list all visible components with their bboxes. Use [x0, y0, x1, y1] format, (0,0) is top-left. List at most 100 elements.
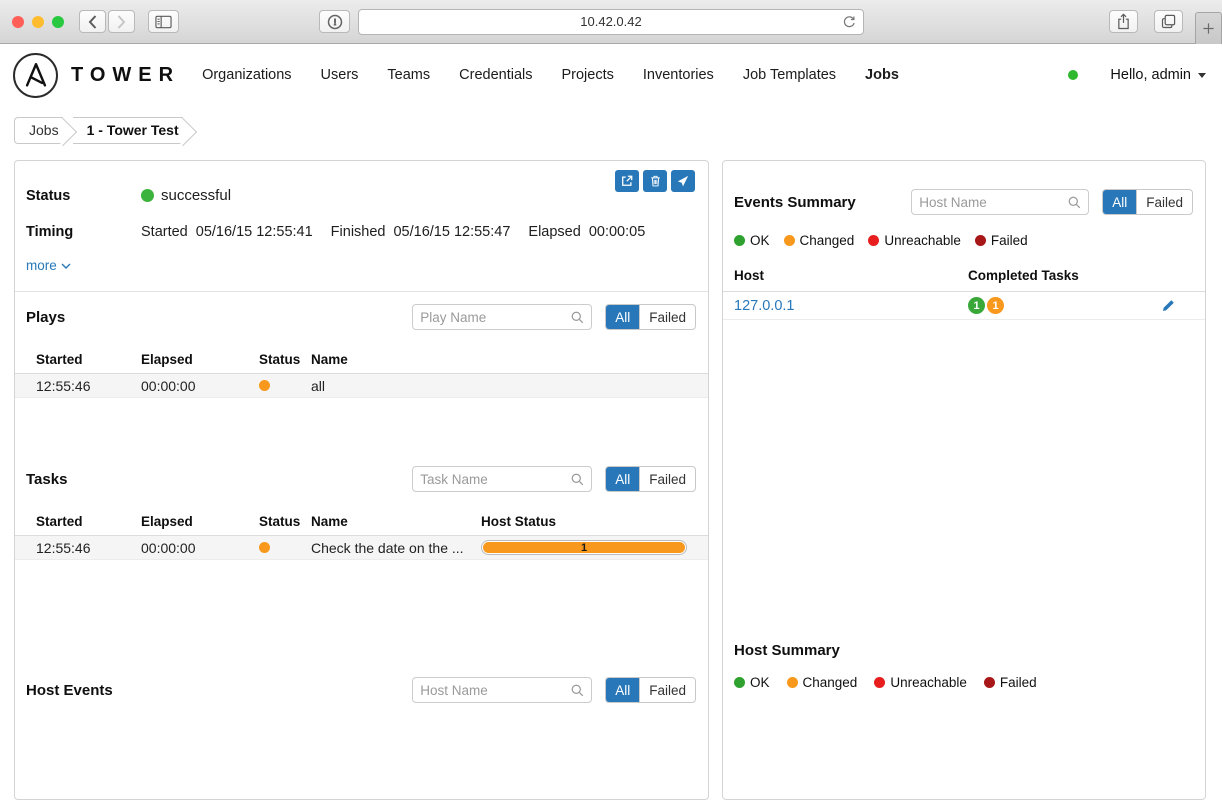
tabs-icon: [1161, 14, 1176, 29]
status-value: successful: [161, 187, 231, 204]
tasks-filter-failed-button[interactable]: Failed: [639, 467, 695, 491]
tasks-search[interactable]: [412, 466, 592, 492]
plays-filter-failed-button[interactable]: Failed: [639, 305, 695, 329]
started-value: 05/16/15 12:55:41: [196, 224, 313, 240]
events-filter-failed-button[interactable]: Failed: [1136, 190, 1192, 214]
search-icon: [1068, 196, 1081, 209]
host-events-title: Host Events: [26, 682, 412, 699]
tab-overview-button[interactable]: [1154, 10, 1183, 33]
host-link[interactable]: 127.0.0.1: [734, 298, 968, 314]
app-navbar: TOWER Organizations Users Teams Credenti…: [0, 44, 1222, 106]
events-summary-title: Events Summary: [734, 194, 911, 211]
zoom-button[interactable]: [52, 16, 64, 28]
tasks-title: Tasks: [26, 471, 412, 488]
close-button[interactable]: [12, 16, 24, 28]
tasks-table-row[interactable]: 12:55:46 00:00:00 Check the date on the …: [15, 536, 708, 560]
legend-changed-label: Changed: [803, 675, 858, 690]
events-legend: OK Changed Unreachable Failed: [734, 233, 1192, 248]
chevron-right-icon: [117, 15, 126, 29]
tasks-search-input[interactable]: [420, 472, 571, 487]
connection-status-dot: [1068, 70, 1078, 80]
sidebar-toggle-button[interactable]: [148, 10, 179, 33]
nav-item-inventories[interactable]: Inventories: [643, 67, 714, 83]
timing-label: Timing: [26, 224, 141, 240]
play-name: all: [311, 378, 687, 394]
events-summary-filter-toggle: All Failed: [1102, 189, 1193, 215]
elapsed-value: 00:00:05: [589, 224, 645, 240]
nav-item-projects[interactable]: Projects: [561, 67, 613, 83]
open-in-new-window-button[interactable]: [615, 170, 639, 192]
host-summary-legend: OK Changed Unreachable Failed: [734, 675, 1192, 690]
play-status-dot: [259, 380, 270, 391]
nav-menu: Organizations Users Teams Credentials Pr…: [202, 67, 899, 83]
plays-section-header: Plays All Failed: [26, 304, 696, 330]
host-events-search-input[interactable]: [420, 683, 571, 698]
job-action-buttons: [615, 170, 695, 192]
url-text: 10.42.0.42: [580, 14, 641, 29]
changed-count-badge[interactable]: 1: [987, 297, 1004, 314]
failed-dot: [975, 235, 986, 246]
minimize-button[interactable]: [32, 16, 44, 28]
legend-failed-label: Failed: [1000, 675, 1037, 690]
forward-button[interactable]: [108, 10, 135, 33]
onepassword-extension-button[interactable]: [319, 10, 350, 33]
search-icon: [571, 684, 584, 697]
plays-title: Plays: [26, 309, 412, 326]
events-summary-search[interactable]: [911, 189, 1089, 215]
tasks-col-host-status: Host Status: [481, 514, 687, 529]
search-icon: [571, 311, 584, 324]
delete-job-button[interactable]: [643, 170, 667, 192]
breadcrumb-current-label: 1 - Tower Test: [87, 122, 179, 138]
nav-item-jobs[interactable]: Jobs: [865, 67, 899, 83]
user-menu[interactable]: Hello, admin: [1110, 67, 1206, 83]
changed-dot: [787, 677, 798, 688]
back-button[interactable]: [79, 10, 106, 33]
breadcrumb-jobs-label: Jobs: [29, 122, 59, 138]
failed-dot: [984, 677, 995, 688]
task-elapsed: 00:00:00: [141, 540, 254, 556]
events-col-completed-tasks: Completed Tasks: [968, 268, 1192, 283]
tasks-table-header: Started Elapsed Status Name Host Status: [15, 510, 708, 536]
address-bar[interactable]: 10.42.0.42: [358, 9, 864, 35]
legend-unreachable-label: Unreachable: [890, 675, 967, 690]
chevron-left-icon: [88, 15, 97, 29]
nav-item-organizations[interactable]: Organizations: [202, 67, 291, 83]
nav-item-job-templates[interactable]: Job Templates: [743, 67, 836, 83]
trash-icon: [650, 175, 661, 187]
nav-item-users[interactable]: Users: [321, 67, 359, 83]
new-tab-button[interactable]: [1195, 12, 1222, 44]
play-elapsed: 00:00:00: [141, 378, 254, 394]
relaunch-job-button[interactable]: [671, 170, 695, 192]
nav-item-teams[interactable]: Teams: [387, 67, 430, 83]
host-events-filter-failed-button[interactable]: Failed: [639, 678, 695, 702]
task-host-status-bar[interactable]: 1: [481, 540, 687, 555]
external-link-icon: [621, 175, 633, 187]
plays-filter-toggle: All Failed: [605, 304, 696, 330]
share-icon: [1117, 13, 1130, 30]
host-summary-title: Host Summary: [734, 642, 1205, 659]
breadcrumb: Jobs 1 - Tower Test: [14, 117, 183, 144]
events-filter-all-button[interactable]: All: [1103, 190, 1136, 214]
plays-table-row[interactable]: 12:55:46 00:00:00 all: [15, 374, 708, 398]
host-events-filter-all-button[interactable]: All: [606, 678, 639, 702]
refresh-button[interactable]: [842, 15, 856, 33]
host-events-search[interactable]: [412, 677, 592, 703]
plays-col-started: Started: [36, 352, 141, 367]
tasks-filter-all-button[interactable]: All: [606, 467, 639, 491]
breadcrumb-current-job[interactable]: 1 - Tower Test: [73, 117, 183, 144]
edit-host-button[interactable]: [1161, 299, 1175, 313]
plays-col-status: Status: [254, 352, 311, 367]
ok-dot: [734, 235, 745, 246]
events-summary-search-input[interactable]: [919, 195, 1068, 210]
legend-changed-label: Changed: [800, 233, 855, 248]
plays-search-input[interactable]: [420, 310, 571, 325]
plays-search[interactable]: [412, 304, 592, 330]
breadcrumb-jobs[interactable]: Jobs: [14, 117, 63, 144]
tasks-section-header: Tasks All Failed: [26, 466, 696, 492]
more-toggle[interactable]: more: [26, 258, 71, 273]
nav-item-credentials[interactable]: Credentials: [459, 67, 532, 83]
tower-logo[interactable]: [13, 53, 58, 98]
ok-count-badge[interactable]: 1: [968, 297, 985, 314]
share-button[interactable]: [1109, 10, 1138, 33]
plays-filter-all-button[interactable]: All: [606, 305, 639, 329]
